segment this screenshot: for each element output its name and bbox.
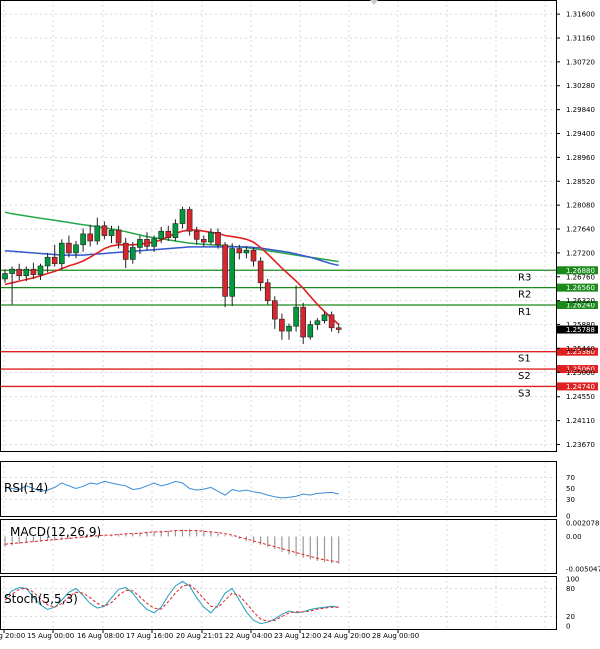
candle-body-8: [58, 242, 65, 265]
rsi-tick-label-2: 30: [566, 496, 575, 504]
price-tick-label-14: 1.25440: [566, 345, 595, 353]
candle-body-41: [293, 306, 299, 327]
chart-canvas: R31.26880R21.26560R11.26240S11.25380S21.…: [0, 0, 600, 644]
candle-body-43: [307, 324, 314, 338]
resistance-label-r2: R2: [518, 290, 531, 301]
candle-body-3: [23, 268, 30, 277]
candle-body-17: [122, 242, 129, 260]
candle-body-42: [300, 306, 307, 338]
support-label-s3: S3: [518, 388, 531, 399]
price-tick-label-1: 1.31160: [566, 34, 595, 42]
price-tick-label-0: 1.31600: [566, 11, 595, 19]
time-tick-label-6: 23 Aug 12:00: [274, 632, 321, 640]
support-label-s1: S1: [518, 354, 531, 365]
current-price-tag: 1.25788: [566, 326, 595, 334]
time-tick-label-2: 16 Aug 08:00: [77, 632, 124, 640]
candle-body-6: [44, 256, 51, 267]
candle-body-22: [158, 230, 164, 240]
candle-body-25: [179, 209, 186, 224]
time-tick-label-8: 28 Aug 00:00: [372, 632, 419, 640]
price-tick-label-9: 1.27640: [566, 226, 595, 234]
macd-tick-label-0: 0.002078: [566, 520, 599, 528]
candle-body-14: [101, 225, 108, 236]
stoch-title: Stoch(5,5,3): [4, 592, 78, 606]
candle-body-10: [73, 244, 79, 254]
candle-body-37: [264, 282, 271, 301]
candle-body-26: [186, 209, 193, 232]
macd-tick-label-1: 0.00: [566, 533, 582, 541]
candle-body-27: [193, 230, 200, 240]
stoch-tick-label-0: 100: [566, 576, 579, 584]
price-tick-label-17: 1.24110: [566, 417, 595, 425]
candle-body-32: [229, 248, 235, 297]
time-tick-label-3: 17 Aug 16:00: [126, 632, 173, 640]
candle-body-31: [222, 244, 228, 297]
candle-body-35: [250, 249, 257, 262]
resistance-label-r1: R1: [518, 307, 531, 318]
macd-tick-label-2: -0.005047: [566, 566, 600, 574]
price-tick-label-8: 1.28080: [566, 202, 595, 210]
candle-body-30: [215, 231, 221, 246]
candle-body-19: [137, 239, 143, 248]
time-tick-label-4: 20 Aug 21:01: [176, 632, 223, 640]
candle-body-5: [37, 265, 44, 275]
candle-body-40: [286, 325, 292, 332]
resistance-tag-r2: 1.26560: [566, 284, 595, 292]
time-tick-label-5: 22 Aug 04:00: [225, 632, 272, 640]
price-tick-label-5: 1.29400: [566, 130, 595, 138]
candle-body-20: [144, 239, 150, 247]
candle-body-23: [165, 230, 172, 239]
stoch-tick-label-3: 0: [566, 623, 570, 631]
price-tick-label-12: 1.26320: [566, 297, 595, 305]
candle-body-44: [314, 320, 321, 325]
price-tick-label-3: 1.30280: [566, 82, 595, 90]
candle-body-11: [80, 233, 86, 246]
price-tick-label-15: 1.25000: [566, 369, 595, 377]
candle-body-9: [66, 242, 72, 254]
candle-body-46: [328, 314, 335, 329]
candle-body-0: [2, 273, 8, 280]
candle-body-38: [271, 300, 278, 320]
candle-body-16: [115, 229, 122, 244]
time-tick-label-7: 24 Aug 20:00: [323, 632, 370, 640]
candle-body-39: [279, 318, 285, 332]
candle-body-13: [94, 225, 101, 242]
candle-body-34: [243, 249, 250, 254]
price-tick-label-10: 1.27200: [566, 249, 595, 257]
time-tick-label-0: 14 Aug 20:00: [0, 632, 25, 640]
price-tick-label-18: 1.23670: [566, 441, 595, 449]
candle-body-28: [201, 239, 207, 243]
chart-window: R3 1.26880 R2 1.26560 R1 1.26240 S1 1.25380 S2 1.…: [0, 0, 600, 644]
price-tick-label-6: 1.28960: [566, 154, 595, 162]
candle-body-24: [172, 223, 179, 239]
candle-body-21: [151, 238, 157, 247]
candle-body-18: [130, 247, 136, 260]
candle-body-12: [87, 233, 93, 242]
stoch-tick-label-2: 20: [566, 613, 575, 621]
stoch-tick-label-1: 80: [566, 585, 575, 593]
price-tick-label-7: 1.28520: [566, 178, 595, 186]
candle-body-45: [321, 314, 328, 322]
rsi-tick-label-1: 50: [566, 485, 575, 493]
resistance-label-r3: R3: [518, 272, 531, 283]
support-label-s2: S2: [518, 371, 531, 382]
candle-body-7: [51, 256, 58, 265]
price-tick-label-2: 1.30720: [566, 58, 595, 66]
candle-body-29: [208, 231, 214, 243]
candle-body-15: [108, 229, 115, 236]
support-tag-s3: 1.24740: [566, 383, 595, 391]
rsi-title: RSI(14): [4, 481, 48, 495]
candle-body-36: [257, 260, 264, 284]
candle-body-33: [236, 248, 243, 254]
macd-title: MACD(12,26,9): [10, 525, 101, 539]
price-tick-label-11: 1.26760: [566, 273, 595, 281]
candle-body-2: [16, 268, 23, 277]
price-tick-label-16: 1.24550: [566, 393, 595, 401]
candle-body-47: [335, 327, 342, 330]
candle-body-4: [30, 268, 37, 275]
candle-body-1: [9, 268, 15, 274]
price-tick-label-4: 1.29840: [566, 106, 595, 114]
time-tick-label-1: 15 Aug 00:00: [27, 632, 74, 640]
rsi-tick-label-0: 70: [566, 474, 575, 482]
